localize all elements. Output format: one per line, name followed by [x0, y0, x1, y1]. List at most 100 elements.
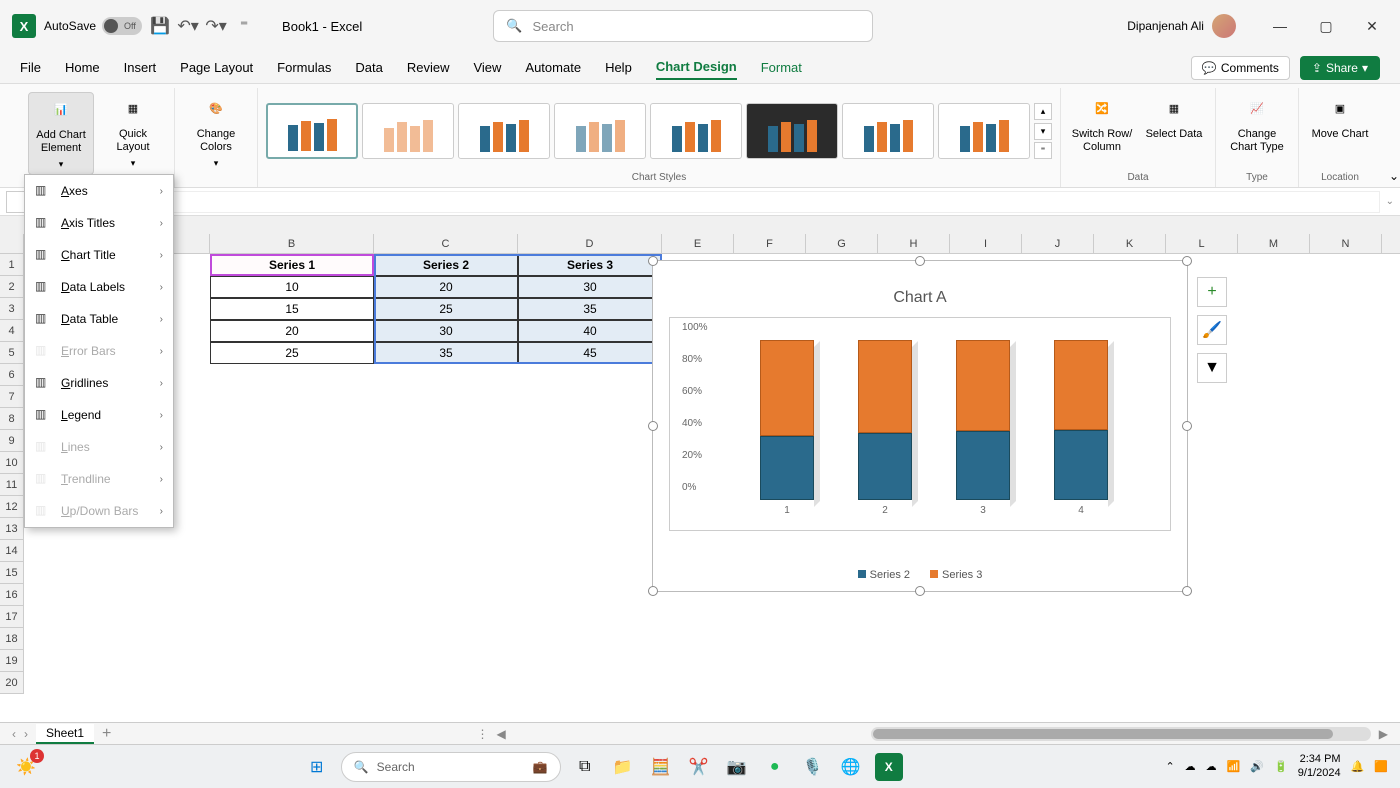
tab-insert[interactable]: Insert [124, 56, 157, 79]
toggle-switch[interactable]: Off [102, 17, 142, 35]
taskbar-weather-icon[interactable]: ☀️1 [12, 753, 40, 781]
column-header-D[interactable]: D [518, 234, 662, 253]
comments-button[interactable]: 💬 Comments [1191, 56, 1290, 80]
chart-bar-1[interactable] [760, 340, 814, 500]
row-header-15[interactable]: 15 [0, 562, 24, 584]
spotify-icon[interactable]: ● [761, 753, 789, 781]
row-header-2[interactable]: 2 [0, 276, 24, 298]
tray-volume-icon[interactable]: 🔊 [1250, 760, 1264, 773]
tab-home[interactable]: Home [65, 56, 100, 79]
tab-help[interactable]: Help [605, 56, 632, 79]
column-header-M[interactable]: M [1238, 234, 1310, 253]
cell-B3[interactable]: 15 [210, 298, 374, 320]
qat-customize-icon[interactable]: ⁼ [234, 16, 254, 36]
row-header-6[interactable]: 6 [0, 364, 24, 386]
share-button[interactable]: ⇪ Share ▾ [1300, 56, 1380, 80]
formula-bar-expand[interactable]: ⌄ [1386, 196, 1394, 207]
chart-resize-handle[interactable] [915, 586, 925, 596]
gallery-up-arrow[interactable]: ▴ [1034, 103, 1052, 120]
microphone-icon[interactable]: 🎙️ [799, 753, 827, 781]
chart-bar-3[interactable] [956, 340, 1010, 500]
column-header-H[interactable]: H [878, 234, 950, 253]
redo-icon[interactable]: ↷▾ [206, 16, 226, 36]
tab-chart-design[interactable]: Chart Design [656, 55, 737, 80]
column-header-G[interactable]: G [806, 234, 878, 253]
chart-resize-handle[interactable] [648, 586, 658, 596]
cell-C4[interactable]: 30 [374, 320, 518, 342]
file-explorer-icon[interactable]: 📁 [609, 753, 637, 781]
column-header-K[interactable]: K [1094, 234, 1166, 253]
chart-plot-area[interactable]: 0%20%40%60%80%100% 1234 [669, 317, 1171, 531]
window-close-button[interactable]: ✕ [1356, 10, 1388, 42]
row-header-9[interactable]: 9 [0, 430, 24, 452]
column-header-F[interactable]: F [734, 234, 806, 253]
add-sheet-button[interactable]: + [102, 725, 111, 743]
chart-bar-2[interactable] [858, 340, 912, 500]
dropdown-item-chart-title[interactable]: ▥Chart Title› [25, 239, 173, 271]
row-header-8[interactable]: 8 [0, 408, 24, 430]
chart-style-thumb-6[interactable] [746, 103, 838, 159]
column-header-B[interactable]: B [210, 234, 374, 253]
tab-format[interactable]: Format [761, 56, 802, 79]
tab-formulas[interactable]: Formulas [277, 56, 331, 79]
change-chart-type-button[interactable]: 📈Change Chart Type [1224, 92, 1290, 158]
row-header-12[interactable]: 12 [0, 496, 24, 518]
tab-page-layout[interactable]: Page Layout [180, 56, 253, 79]
column-header-E[interactable]: E [662, 234, 734, 253]
tab-automate[interactable]: Automate [525, 56, 581, 79]
tab-file[interactable]: File [20, 56, 41, 79]
chart-resize-handle[interactable] [1182, 256, 1192, 266]
row-header-14[interactable]: 14 [0, 540, 24, 562]
cell-C2[interactable]: 20 [374, 276, 518, 298]
save-icon[interactable]: 💾 [150, 16, 170, 36]
hscroll-left[interactable]: ◀ [496, 727, 505, 741]
chart-legend[interactable]: Series 2 Series 3 [653, 569, 1187, 581]
chart-resize-handle[interactable] [648, 256, 658, 266]
window-maximize-button[interactable]: ▢ [1310, 10, 1342, 42]
cell-D3[interactable]: 35 [518, 298, 662, 320]
taskbar-search[interactable]: 🔍 Search💼 [341, 752, 561, 782]
row-header-1[interactable]: 1 [0, 254, 24, 276]
tray-chevron-icon[interactable]: ⌃ [1165, 760, 1174, 773]
chart-resize-handle[interactable] [648, 421, 658, 431]
row-header-11[interactable]: 11 [0, 474, 24, 496]
sheet-nav-next[interactable]: › [24, 727, 28, 741]
chart-bar-4[interactable] [1054, 340, 1108, 500]
quick-layout-button[interactable]: ▦ Quick Layout ▾ [100, 92, 166, 173]
tab-data[interactable]: Data [355, 56, 382, 79]
row-header-7[interactable]: 7 [0, 386, 24, 408]
chart-style-thumb-5[interactable] [650, 103, 742, 159]
chart-resize-handle[interactable] [1182, 421, 1192, 431]
chart-filter-button[interactable]: ▼ [1197, 353, 1227, 383]
account-user[interactable]: Dipanjenah Ali [1127, 14, 1236, 38]
tray-battery-icon[interactable]: 🔋 [1274, 760, 1288, 773]
cell-C1[interactable]: Series 2 [374, 254, 518, 276]
chart-style-thumb-8[interactable] [938, 103, 1030, 159]
sheet-nav-prev[interactable]: ‹ [12, 727, 16, 741]
row-header-13[interactable]: 13 [0, 518, 24, 540]
column-header-L[interactable]: L [1166, 234, 1238, 253]
move-chart-button[interactable]: ▣Move Chart [1307, 92, 1373, 145]
chart-title[interactable]: Chart A [653, 289, 1187, 307]
dropdown-item-gridlines[interactable]: ▥Gridlines› [25, 367, 173, 399]
task-view-icon[interactable]: ⧉ [571, 753, 599, 781]
snipping-tool-icon[interactable]: ✂️ [685, 753, 713, 781]
cell-B1[interactable]: Series 1 [210, 254, 374, 276]
chart-style-thumb-2[interactable] [362, 103, 454, 159]
column-header-J[interactable]: J [1022, 234, 1094, 253]
tray-app-icon[interactable]: 🟧 [1374, 760, 1388, 773]
row-header-16[interactable]: 16 [0, 584, 24, 606]
row-header-19[interactable]: 19 [0, 650, 24, 672]
dropdown-item-data-table[interactable]: ▥Data Table› [25, 303, 173, 335]
undo-icon[interactable]: ↶▾ [178, 16, 198, 36]
calculator-icon[interactable]: 🧮 [647, 753, 675, 781]
chart-style-thumb-7[interactable] [842, 103, 934, 159]
cell-B5[interactable]: 25 [210, 342, 374, 364]
row-header-3[interactable]: 3 [0, 298, 24, 320]
chart-styles-brush-button[interactable]: 🖌️ [1197, 315, 1227, 345]
search-input[interactable]: 🔍 Search [493, 10, 873, 42]
row-header-4[interactable]: 4 [0, 320, 24, 342]
tray-wifi-icon[interactable]: 📶 [1227, 760, 1241, 773]
legend-series-3[interactable]: Series 3 [930, 569, 982, 581]
add-chart-element-button[interactable]: 📊 Add Chart Element ▾ [28, 92, 94, 175]
